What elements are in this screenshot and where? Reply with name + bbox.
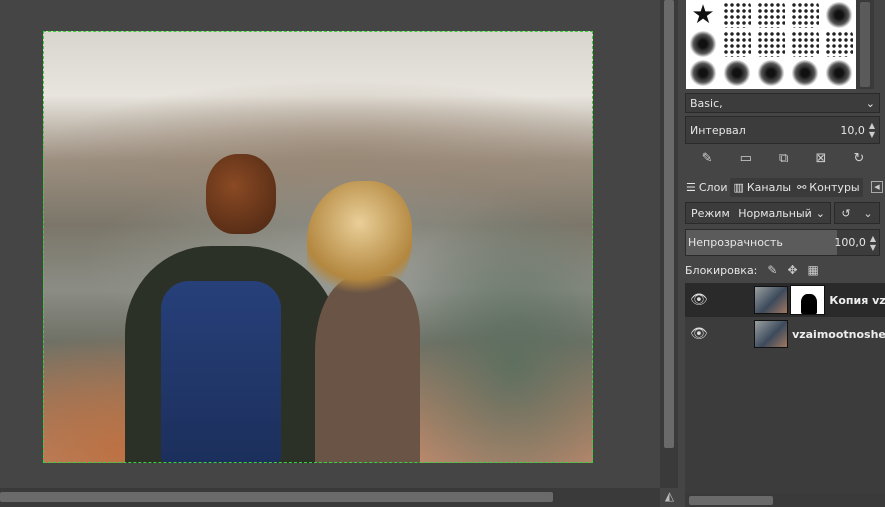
layer-thumbnail[interactable] bbox=[754, 286, 788, 314]
brush-item[interactable] bbox=[788, 0, 822, 29]
tab-paths-label: Контуры bbox=[809, 180, 860, 194]
mode-value: Нормальный bbox=[738, 206, 812, 220]
brush-item[interactable] bbox=[822, 29, 856, 58]
eye-icon[interactable]: 👁 bbox=[687, 326, 711, 342]
layer-mode-row: Режим Нормальный ⌄ ↺ ⌄ bbox=[685, 201, 880, 225]
brush-preset-value: Basic, bbox=[690, 96, 723, 110]
tab-paths[interactable]: ⚯ Контуры bbox=[794, 177, 863, 197]
refresh-brushes-icon[interactable]: ↻ bbox=[853, 151, 864, 166]
brush-item[interactable] bbox=[720, 58, 754, 87]
lock-alpha-icon[interactable]: ▦ bbox=[808, 263, 819, 277]
canvas-vertical-scroll-thumb[interactable] bbox=[664, 0, 674, 448]
layer-thumbnail[interactable] bbox=[754, 320, 789, 348]
tab-channels[interactable]: ▥ Каналы bbox=[730, 177, 795, 197]
lock-row: Блокировка: ✎ ✥ ▦ bbox=[685, 261, 880, 279]
layers-horizontal-scroll-thumb[interactable] bbox=[689, 496, 773, 505]
lock-position-icon[interactable]: ✥ bbox=[787, 263, 797, 277]
brush-item[interactable] bbox=[754, 0, 788, 29]
brush-item[interactable] bbox=[686, 29, 720, 58]
chevron-down-icon: ⌄ bbox=[863, 206, 873, 220]
brush-item[interactable] bbox=[720, 0, 754, 29]
brush-actions-toolbar: ✎ ▭ ⧉ ⊠ ↻ bbox=[688, 148, 878, 168]
brush-interval-spinner[interactable]: Интервал 10,0 ▲ ▼ bbox=[685, 116, 880, 144]
mode-label: Режим bbox=[691, 206, 730, 220]
eye-icon[interactable]: 👁 bbox=[687, 292, 711, 308]
image-canvas[interactable] bbox=[43, 31, 593, 463]
tab-channels-label: Каналы bbox=[746, 180, 792, 194]
opacity-label: Непрозрачность bbox=[688, 236, 783, 249]
interval-label: Интервал bbox=[690, 123, 746, 137]
channels-icon: ▥ bbox=[733, 180, 744, 194]
edit-brush-icon[interactable]: ✎ bbox=[702, 151, 713, 166]
opacity-value: 100,0 bbox=[834, 236, 866, 249]
layer-mask-thumbnail[interactable] bbox=[789, 285, 826, 315]
layer-row[interactable]: 👁 vzaimootnoshe bbox=[685, 317, 885, 351]
mode-reset-button[interactable]: ↺ ⌄ bbox=[834, 202, 880, 224]
canvas-horizontal-scroll-thumb[interactable] bbox=[0, 492, 553, 502]
brush-item[interactable] bbox=[754, 29, 788, 58]
chevron-down-icon: ⌄ bbox=[815, 206, 825, 220]
person-right-figure bbox=[315, 276, 420, 463]
layer-name[interactable]: vzaimootnoshe bbox=[792, 328, 885, 341]
lock-label: Блокировка: bbox=[685, 263, 758, 277]
canvas-vertical-scrollbar[interactable] bbox=[660, 0, 678, 488]
right-dock: ★ Basic, ⌄ Интервал 10,0 ▲▼ ✎ ▭ ⧉ ⊠ ↻ ☰ bbox=[678, 0, 885, 507]
brush-preset-select[interactable]: Basic, ⌄ bbox=[685, 93, 880, 113]
brush-item[interactable] bbox=[788, 29, 822, 58]
layers-horizontal-scrollbar[interactable] bbox=[685, 493, 885, 507]
person-right-hair bbox=[307, 181, 412, 301]
brush-item[interactable] bbox=[686, 58, 720, 87]
new-brush-icon[interactable]: ▭ bbox=[740, 151, 752, 166]
reset-icon: ↺ bbox=[841, 206, 851, 220]
brush-item[interactable]: ★ bbox=[686, 0, 720, 29]
brush-grid[interactable]: ★ bbox=[686, 0, 856, 89]
tab-layers[interactable]: ☰ Слои bbox=[683, 177, 731, 197]
opacity-slider[interactable]: Непрозрачность 100,0 ▲ ▼ bbox=[685, 229, 880, 256]
brush-item[interactable] bbox=[788, 58, 822, 87]
brush-item[interactable] bbox=[822, 58, 856, 87]
brush-grid-scrollbar[interactable] bbox=[856, 0, 874, 89]
person-left-head bbox=[206, 154, 276, 234]
lock-pixels-icon[interactable]: ✎ bbox=[767, 263, 777, 277]
brush-item[interactable] bbox=[720, 29, 754, 58]
layers-list[interactable]: 👁 Копия vz 👁 vzaimootnoshe bbox=[685, 283, 885, 493]
canvas-horizontal-scrollbar[interactable] bbox=[0, 488, 660, 507]
layer-mode-select[interactable]: Режим Нормальный ⌄ bbox=[685, 202, 831, 224]
navigate-icon[interactable]: ◭ bbox=[662, 489, 677, 505]
duplicate-brush-icon[interactable]: ⧉ bbox=[779, 151, 788, 166]
spin-arrows-icon[interactable]: ▲ ▼ bbox=[869, 121, 875, 139]
tab-menu-icon[interactable]: ◀ bbox=[871, 181, 883, 193]
brush-item[interactable] bbox=[754, 58, 788, 87]
image-canvas-area[interactable] bbox=[0, 0, 660, 488]
delete-brush-icon[interactable]: ⊠ bbox=[815, 151, 826, 166]
backpack-figure bbox=[161, 281, 281, 463]
layer-row[interactable]: 👁 Копия vz bbox=[685, 283, 885, 317]
tab-layers-label: Слои bbox=[698, 180, 728, 194]
brush-grid-scroll-thumb[interactable] bbox=[860, 2, 870, 87]
interval-value: 10,0 bbox=[840, 123, 865, 137]
brush-item[interactable] bbox=[822, 0, 856, 29]
layers-icon: ☰ bbox=[686, 180, 696, 194]
chevron-down-icon: ⌄ bbox=[865, 96, 875, 110]
spin-arrows-icon[interactable]: ▲ ▼ bbox=[870, 234, 876, 252]
paths-icon: ⚯ bbox=[797, 180, 807, 194]
layer-name[interactable]: Копия vz bbox=[829, 294, 885, 307]
layers-dock-tabs: ☰ Слои ▥ Каналы ⚯ Контуры ◀ bbox=[683, 177, 883, 197]
